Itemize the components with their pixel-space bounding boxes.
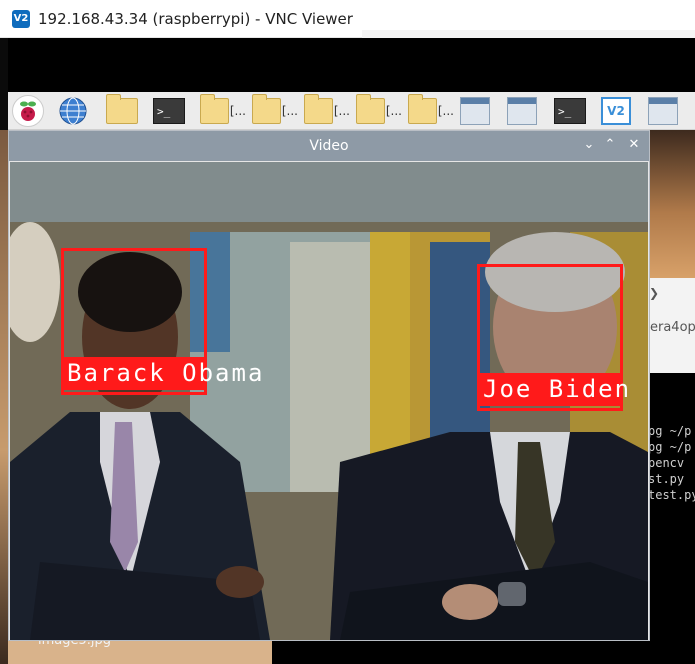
taskbar-window-terminal[interactable]: >_ bbox=[554, 95, 595, 127]
taskbar-item-menu[interactable] bbox=[12, 94, 53, 127]
taskbar-item-terminal[interactable]: >_ bbox=[153, 95, 194, 127]
taskbar-window-folder-2[interactable]: [... bbox=[252, 93, 298, 127]
taskbar-window-vnc[interactable]: V2 bbox=[601, 95, 642, 127]
taskbar-window-folder-4[interactable]: [... bbox=[356, 93, 402, 127]
taskbar-item-file-manager[interactable] bbox=[106, 93, 147, 127]
terminal-line: test.py bbox=[648, 488, 695, 502]
file-manager-icon bbox=[106, 93, 138, 124]
maximize-button[interactable]: ⌃ bbox=[602, 137, 618, 152]
face-label-barack-obama: Barack Obama bbox=[61, 357, 262, 390]
web-browser-globe-icon bbox=[59, 97, 87, 124]
taskbar-window-3[interactable] bbox=[648, 95, 689, 127]
folder-icon bbox=[356, 93, 385, 124]
taskbar-window-2[interactable] bbox=[507, 95, 548, 127]
taskbar-window-label: [... bbox=[281, 103, 298, 118]
window-icon bbox=[648, 96, 678, 125]
video-frame: Barack Obama Joe Biden bbox=[10, 162, 648, 640]
background-terminal[interactable] bbox=[648, 373, 695, 664]
terminal-line: pg ~/p bbox=[648, 424, 692, 438]
folder-icon bbox=[200, 93, 229, 124]
taskbar-window-label: [... bbox=[385, 103, 402, 118]
taskbar-window-1[interactable] bbox=[460, 95, 501, 127]
terminal-line: pg ~/p bbox=[648, 440, 692, 454]
window-icon bbox=[507, 96, 537, 125]
chevron-right-icon: ❯ bbox=[649, 286, 660, 300]
folder-icon bbox=[252, 93, 281, 124]
taskbar-window-label: [... bbox=[333, 103, 350, 118]
taskbar-window-label: [... bbox=[229, 103, 246, 118]
raspberry-pi-menu-icon bbox=[12, 94, 44, 127]
face-label-joe-biden: Joe Biden bbox=[477, 373, 629, 406]
taskbar-item-browser[interactable] bbox=[59, 95, 100, 127]
video-window[interactable]: Video ⌄ ⌃ ✕ Barack Obama Joe Biden bbox=[8, 130, 650, 641]
background-wallpaper bbox=[650, 130, 695, 280]
taskbar-window-folder-5[interactable]: [... bbox=[408, 93, 454, 127]
background-window-left bbox=[0, 130, 8, 664]
background-window-text: era4op bbox=[650, 320, 695, 335]
vnc-viewer-app-icon: V2 bbox=[12, 9, 30, 28]
video-window-title: Video bbox=[309, 138, 349, 154]
taskbar-window-folder-3[interactable]: [... bbox=[304, 93, 350, 127]
folder-icon bbox=[304, 93, 333, 124]
taskbar-window-label: [... bbox=[437, 103, 454, 118]
terminal-line: pencv bbox=[648, 456, 685, 470]
terminal-line: st.py bbox=[648, 472, 685, 486]
vnc-icon: V2 bbox=[601, 96, 631, 125]
terminal-icon: >_ bbox=[554, 97, 586, 124]
taskbar-window-folder-1[interactable]: [... bbox=[200, 93, 246, 127]
video-window-titlebar[interactable]: Video ⌄ ⌃ ✕ bbox=[9, 131, 649, 161]
close-button[interactable]: ✕ bbox=[626, 137, 642, 152]
window-icon bbox=[460, 96, 490, 125]
terminal-icon: >_ bbox=[153, 97, 185, 124]
folder-icon bbox=[408, 93, 437, 124]
minimize-button[interactable]: ⌄ bbox=[581, 137, 597, 152]
taskbar: >_ [... [... [... [... [... >_ V2 bbox=[8, 92, 695, 130]
window-title: 192.168.43.34 (raspberrypi) - VNC Viewer bbox=[38, 9, 353, 28]
